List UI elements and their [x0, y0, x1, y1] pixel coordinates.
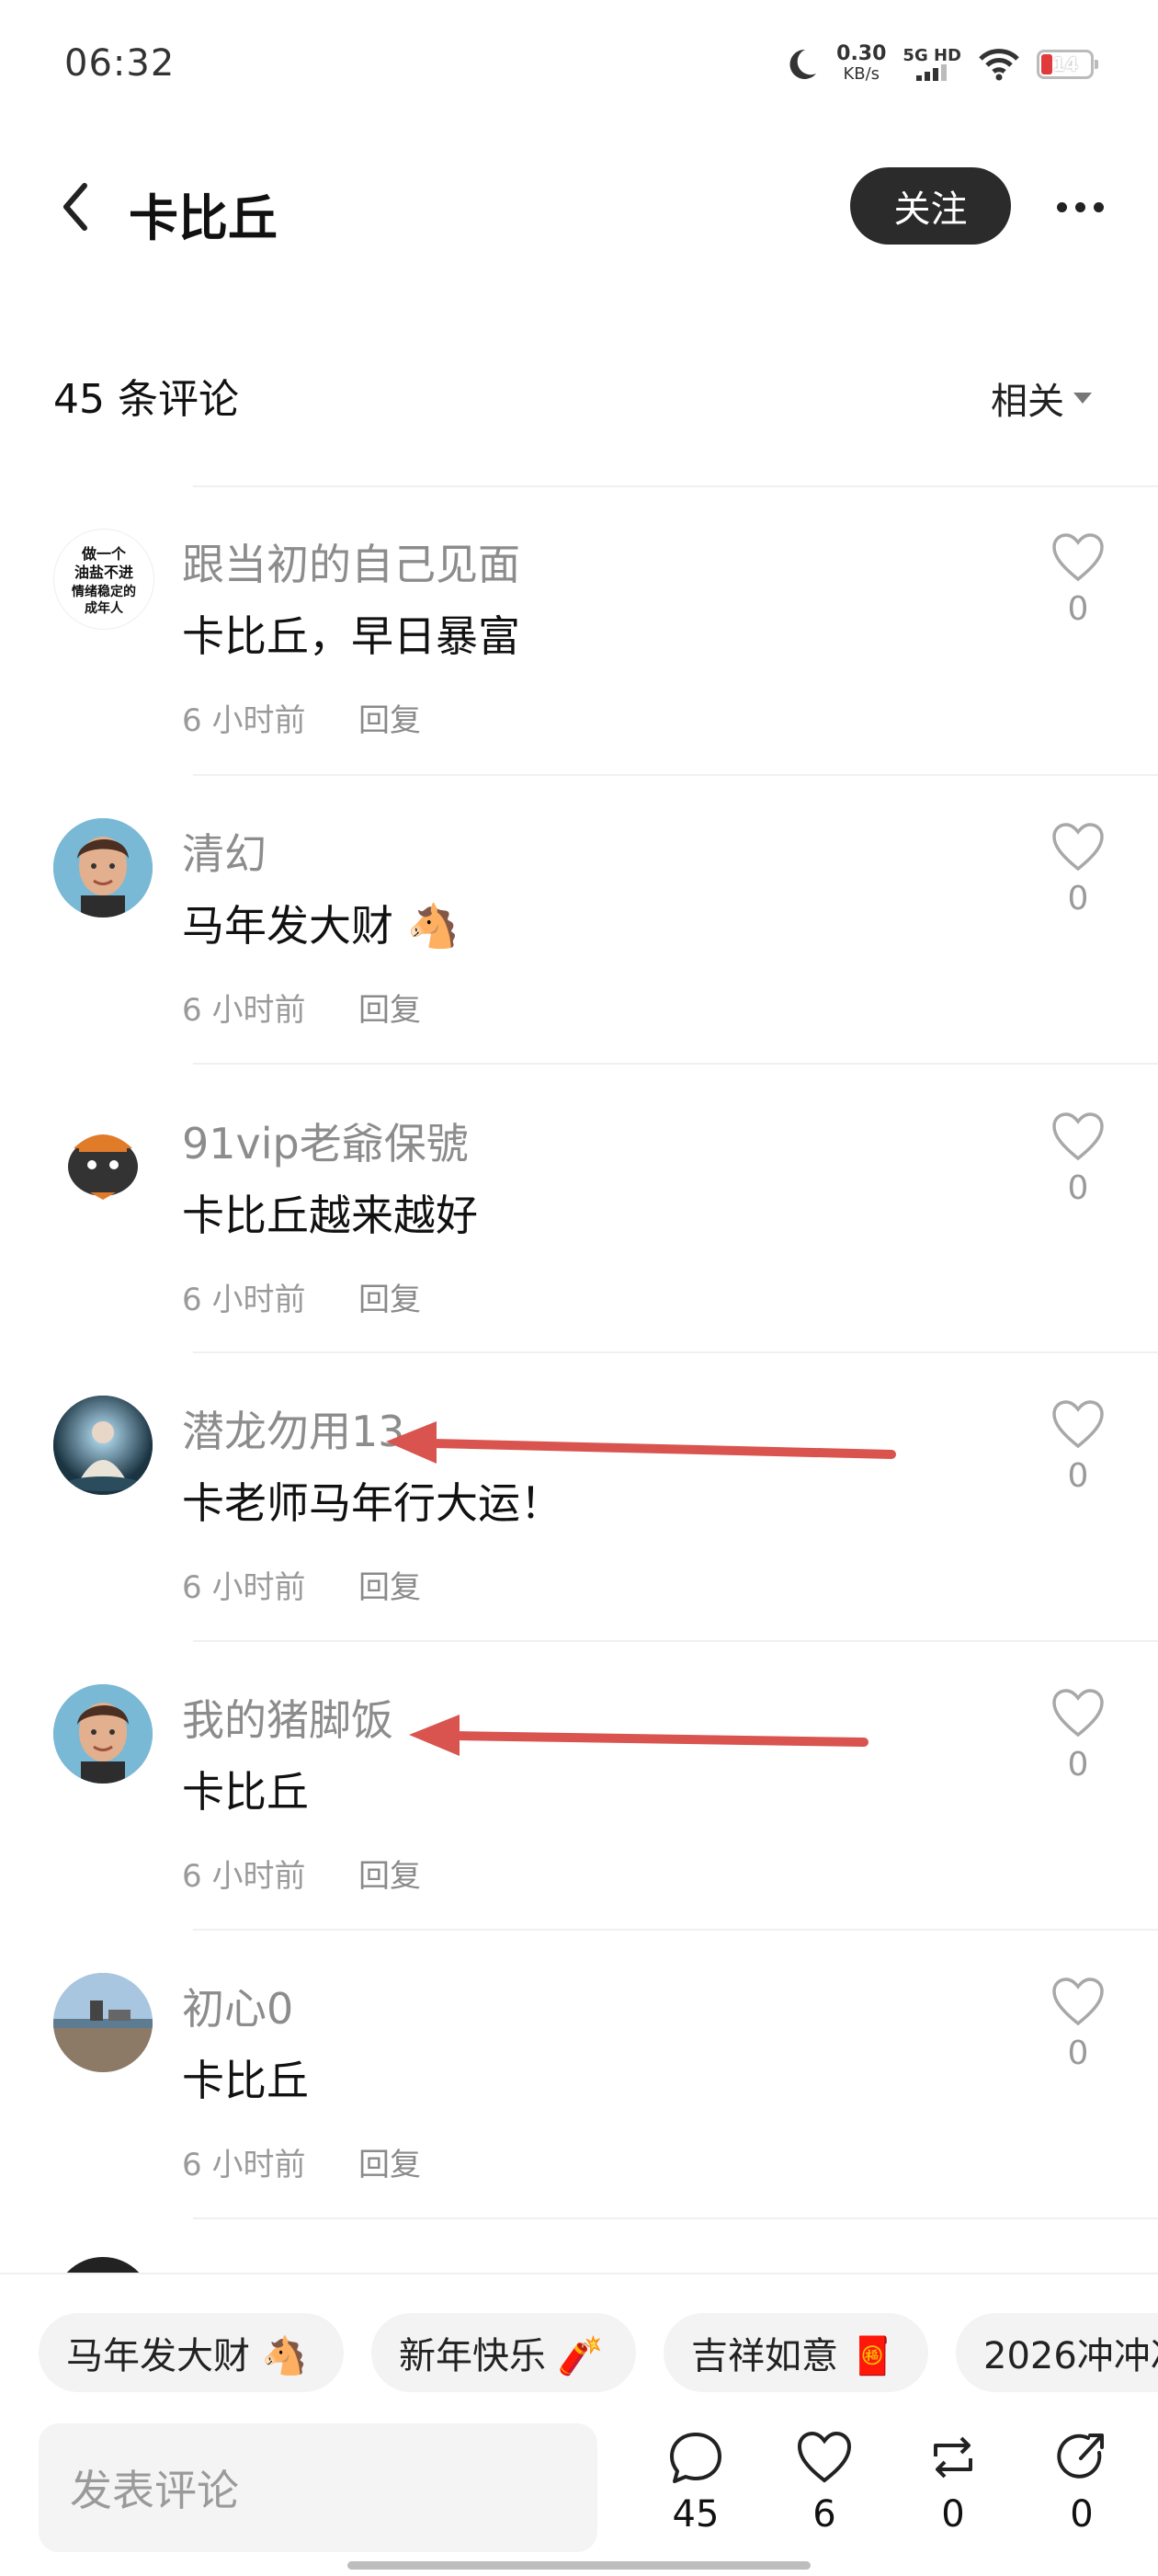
- svg-text:成年人: 成年人: [85, 600, 124, 616]
- wifi-icon: [979, 49, 1019, 81]
- net-speed-unit: KB/s: [843, 64, 880, 84]
- comment-item: 我的猪脚饭 卡比丘 6 小时前 回复 0: [0, 1643, 1158, 1932]
- reply-button[interactable]: 回复: [358, 1562, 421, 1607]
- avatar[interactable]: [53, 1396, 153, 1495]
- comment-item: 做一个 油盐不进 情绪稳定的 成年人 跟当初的自己见面 卡比丘，早日暴富 6 小…: [0, 487, 1158, 777]
- avatar[interactable]: [53, 818, 153, 918]
- avatar[interactable]: 做一个 油盐不进 情绪稳定的 成年人: [53, 529, 154, 630]
- battery-level: 14: [1052, 53, 1078, 75]
- quick-reply-chip[interactable]: 马年发大财 🐴: [39, 2313, 344, 2392]
- share-action-count: 0: [1070, 2493, 1094, 2536]
- heart-icon[interactable]: [1050, 821, 1106, 872]
- comment-username[interactable]: 清幻: [182, 821, 267, 882]
- like-action-count: 6: [812, 2493, 836, 2536]
- signal-bars-icon: [916, 64, 948, 81]
- heart-icon[interactable]: [1050, 1398, 1106, 1450]
- comment-text: 马年发大财 🐴: [182, 901, 460, 951]
- comment-count-label: 45 条评论: [53, 376, 239, 423]
- quick-reply-chip[interactable]: 吉祥如意 🧧: [664, 2313, 928, 2392]
- page-title: 卡比丘: [129, 189, 278, 247]
- comment-username[interactable]: 91vip老爺保號: [182, 1111, 469, 1171]
- network-label: 5G HD: [903, 46, 961, 65]
- caret-down-icon: [1073, 393, 1092, 404]
- battery-icon: 14: [1037, 50, 1098, 79]
- avatar[interactable]: [53, 1973, 153, 2072]
- net-speed: 0.30 KB/s: [836, 44, 886, 85]
- avatar[interactable]: [53, 1108, 153, 1207]
- divider: [193, 774, 1158, 776]
- reply-button[interactable]: 回复: [358, 2139, 421, 2184]
- more-options-icon[interactable]: [1057, 184, 1121, 230]
- home-indicator[interactable]: [347, 2561, 811, 2570]
- divider: [193, 1929, 1158, 1931]
- reply-button[interactable]: 回复: [358, 1274, 421, 1319]
- comment-text: 卡比丘，早日暴富: [182, 611, 520, 661]
- sort-dropdown[interactable]: 相关: [991, 371, 1092, 425]
- follow-button[interactable]: 关注: [850, 167, 1011, 245]
- network-indicator: 5G HD: [903, 48, 961, 81]
- like-count: 0: [1067, 590, 1089, 628]
- status-time: 06:32: [64, 42, 176, 85]
- like-count: 0: [1067, 1457, 1089, 1495]
- comment-action-count: 45: [672, 2493, 720, 2536]
- comment-username[interactable]: 跟当初的自己见面: [182, 531, 520, 592]
- comment-username[interactable]: 我的猪脚饭: [182, 1687, 393, 1748]
- repost-icon: [934, 2436, 972, 2479]
- comment-item: 91vip老爺保號 卡比丘越来越好 6 小时前 回复 0: [0, 1066, 1158, 1356]
- quick-reply-chip[interactable]: 新年快乐 🧨: [371, 2313, 636, 2392]
- comment-item: 初心0 卡比丘 6 小时前 回复 0: [0, 1932, 1158, 2221]
- divider: [193, 2217, 1158, 2219]
- comment-text: 卡比丘越来越好: [182, 1191, 478, 1240]
- reply-button[interactable]: 回复: [358, 985, 421, 1030]
- svg-text:做一个: 做一个: [81, 545, 127, 563]
- comment-action[interactable]: 45: [654, 2429, 737, 2536]
- comment-time: 6 小时前: [182, 1282, 306, 1318]
- heart-icon[interactable]: [1050, 1111, 1106, 1162]
- svg-text:油盐不进: 油盐不进: [74, 564, 133, 581]
- comment-bubble-icon: [670, 2433, 721, 2483]
- share-action[interactable]: 0: [1040, 2429, 1123, 2536]
- comment-item: 清幻 马年发大财 🐴 6 小时前 回复 0: [0, 777, 1158, 1066]
- heart-icon: [797, 2431, 852, 2483]
- comment-item: 潜龙勿用13 卡老师马年行大运！ 6 小时前 回复 0: [0, 1354, 1158, 1644]
- avatar[interactable]: [53, 1684, 153, 1784]
- divider: [193, 1351, 1158, 1353]
- svg-text:情绪稳定的: 情绪稳定的: [72, 584, 136, 599]
- divider: [193, 1063, 1158, 1065]
- like-action[interactable]: 6: [783, 2429, 866, 2536]
- comment-text: 卡比丘: [182, 1767, 309, 1817]
- divider: [193, 1640, 1158, 1642]
- quick-reply-chip[interactable]: 2026冲冲冲: [956, 2313, 1158, 2392]
- like-count: 0: [1067, 1169, 1089, 1207]
- comment-text: 卡比丘: [182, 2056, 309, 2105]
- heart-icon[interactable]: [1050, 1687, 1106, 1738]
- repost-action-count: 0: [941, 2493, 965, 2536]
- like-count: 0: [1067, 2035, 1089, 2072]
- comment-time: 6 小时前: [182, 992, 306, 1029]
- back-arrow-icon[interactable]: [53, 175, 99, 239]
- share-icon: [1057, 2434, 1104, 2479]
- comment-text: 卡老师马年行大运！: [182, 1478, 562, 1528]
- reply-button[interactable]: 回复: [358, 695, 421, 740]
- heart-icon[interactable]: [1050, 531, 1106, 583]
- like-count: 0: [1067, 880, 1089, 918]
- comment-username[interactable]: 潜龙勿用13: [182, 1398, 405, 1459]
- comment-input[interactable]: 发表评论: [39, 2423, 597, 2552]
- comment-time: 6 小时前: [182, 1569, 306, 1606]
- repost-action[interactable]: 0: [912, 2429, 994, 2536]
- reply-button[interactable]: 回复: [358, 1851, 421, 1896]
- net-speed-value: 0.30: [836, 42, 887, 65]
- like-count: 0: [1067, 1746, 1089, 1784]
- do-not-disturb-moon-icon: [789, 49, 817, 79]
- comment-time: 6 小时前: [182, 2147, 306, 2183]
- status-icons: 0.30 KB/s 5G HD 14: [783, 44, 1098, 85]
- comment-time: 6 小时前: [182, 702, 306, 739]
- heart-icon[interactable]: [1050, 1976, 1106, 2027]
- bottom-panel: 马年发大财 🐴 新年快乐 🧨 吉祥如意 🧧 2026冲冲冲 发表评论 45 6 …: [0, 2273, 1158, 2576]
- comment-username[interactable]: 初心0: [182, 1976, 293, 2036]
- sort-label: 相关: [991, 381, 1064, 423]
- comment-time: 6 小时前: [182, 1858, 306, 1895]
